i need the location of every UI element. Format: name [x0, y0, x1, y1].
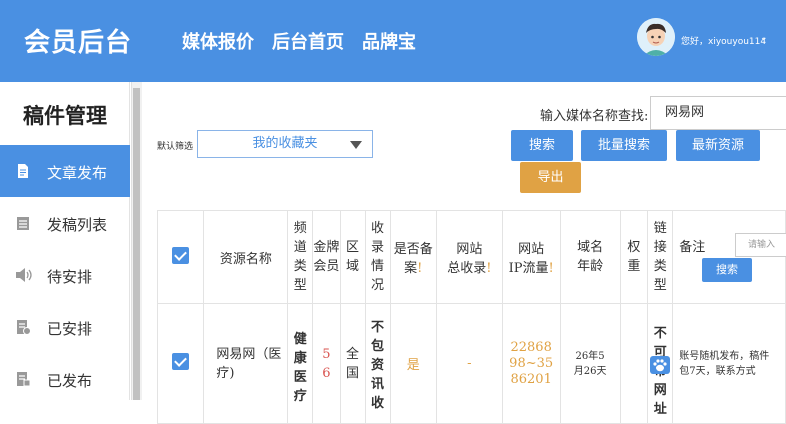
col-channel-type: 频道类型: [287, 210, 314, 304]
nav-home[interactable]: 后台首页: [272, 28, 344, 54]
sidebar-item-arranged[interactable]: 已安排: [0, 301, 130, 353]
note-filter-input[interactable]: 请输入: [735, 233, 786, 257]
col-total-index-line1: 网站: [456, 242, 483, 257]
dropdown-arrow-icon: [350, 141, 362, 149]
top-bar: 会员后台 媒体报价 后台首页 品牌宝 您好，xiyouyou114 ⌄: [0, 0, 786, 82]
col-weight: 权重: [619, 210, 649, 304]
col-filed-label: 是否备案: [393, 242, 433, 276]
table-header-row: 资源名称 频道类型 金牌会员 区域 收录情况 是否备案! 网站 总收录! 网站 …: [156, 210, 786, 304]
checklist-icon: [15, 319, 31, 335]
col-domain-age: 域名年龄: [559, 210, 621, 304]
cell-filed: 是: [389, 303, 437, 424]
col-resource-name: 资源名称: [203, 210, 289, 304]
published-icon: [15, 371, 31, 387]
sidebar-item-label: 发稿列表: [47, 216, 108, 234]
select-all-cell[interactable]: [156, 210, 205, 304]
batch-search-button[interactable]: 批量搜索: [581, 130, 667, 161]
document-icon: [15, 163, 31, 179]
cell-resource-name[interactable]: 网易网（医疗): [203, 303, 289, 424]
cell-indexing: 不包资讯收: [364, 303, 391, 424]
sidebar-item-published[interactable]: 已发布: [0, 353, 130, 405]
sidebar-title: 稿件管理: [23, 103, 107, 128]
sidebar-item-submission-list[interactable]: 发稿列表: [0, 197, 130, 249]
filter-label: 默认筛选: [157, 142, 194, 152]
col-note: 备注: [672, 210, 786, 304]
search-button[interactable]: 搜索: [511, 130, 573, 161]
cell-weight: [619, 303, 649, 424]
cell-traffic: 2286898~3586201: [501, 303, 561, 424]
sidebar: 稿件管理 文章发布 发稿列表 待安排 已安排 已发布: [0, 82, 130, 400]
col-indexing: 收录情况: [364, 210, 391, 304]
col-total-index-line2: 总收录: [447, 261, 487, 276]
sidebar-item-label: 已发布: [47, 372, 93, 390]
col-traffic-line2: IP流量: [508, 261, 549, 276]
cell-gold: 56: [312, 303, 341, 424]
speaker-icon: [15, 267, 32, 283]
favorites-select[interactable]: 我的收藏夹: [197, 130, 373, 158]
sidebar-scrollbar-thumb[interactable]: [133, 88, 140, 400]
info-excl-icon: !: [548, 261, 554, 276]
user-greeting[interactable]: 您好，xiyouyou114: [681, 34, 766, 47]
sidebar-item-label: 待安排: [47, 268, 93, 286]
favorites-select-value: 我的收藏夹: [252, 136, 318, 151]
brand-title: 会员后台: [24, 28, 133, 58]
col-filed: 是否备案!: [389, 210, 437, 304]
cell-domain-age: 26年5月26天: [559, 303, 621, 424]
info-excl-icon: !: [486, 261, 492, 276]
table-row[interactable]: 网易网（医疗) 健康医疗 56 全国 不包资讯收 是 - 2286898~358…: [156, 303, 786, 424]
paw-icon: [650, 356, 670, 374]
select-all-checkbox[interactable]: [172, 246, 190, 264]
info-excl-icon: !: [417, 261, 423, 276]
row-select-cell[interactable]: [156, 303, 205, 424]
note-search-button[interactable]: 搜索: [702, 258, 752, 282]
list-icon: [15, 215, 31, 231]
col-link-type: 链接类型: [647, 210, 674, 304]
col-traffic: 网站 IP流量!: [501, 210, 561, 304]
sidebar-item-label: 已安排: [47, 320, 93, 338]
media-search-input[interactable]: 网易网: [650, 96, 786, 130]
cell-total-index: -: [436, 303, 503, 424]
cell-channel: 健康医疗: [287, 303, 314, 424]
col-region: 区域: [339, 210, 366, 304]
sidebar-item-label: 文章发布: [47, 164, 108, 182]
latest-resources-button[interactable]: 最新资源: [676, 130, 760, 161]
row-checkbox[interactable]: [172, 353, 190, 370]
resource-table: 资源名称 频道类型 金牌会员 区域 收录情况 是否备案! 网站 总收录! 网站 …: [156, 210, 786, 424]
avatar[interactable]: [637, 18, 675, 56]
cell-region: 全国: [339, 303, 366, 424]
chevron-down-icon[interactable]: ⌄: [760, 33, 768, 43]
sidebar-item-pending[interactable]: 待安排: [0, 249, 130, 301]
search-label: 输入媒体名称查找:: [540, 109, 649, 124]
nav-media-quote[interactable]: 媒体报价: [182, 28, 254, 54]
col-total-index: 网站 总收录!: [436, 210, 503, 304]
col-traffic-line1: 网站: [518, 242, 545, 257]
nav-brand[interactable]: 品牌宝: [362, 28, 416, 54]
export-button[interactable]: 导出: [520, 162, 581, 193]
cell-note: 账号随机发布，稿件包7天，联系方式: [672, 303, 786, 424]
sidebar-item-article-publish[interactable]: 文章发布: [0, 145, 130, 197]
col-gold-member: 金牌会员: [312, 210, 341, 304]
